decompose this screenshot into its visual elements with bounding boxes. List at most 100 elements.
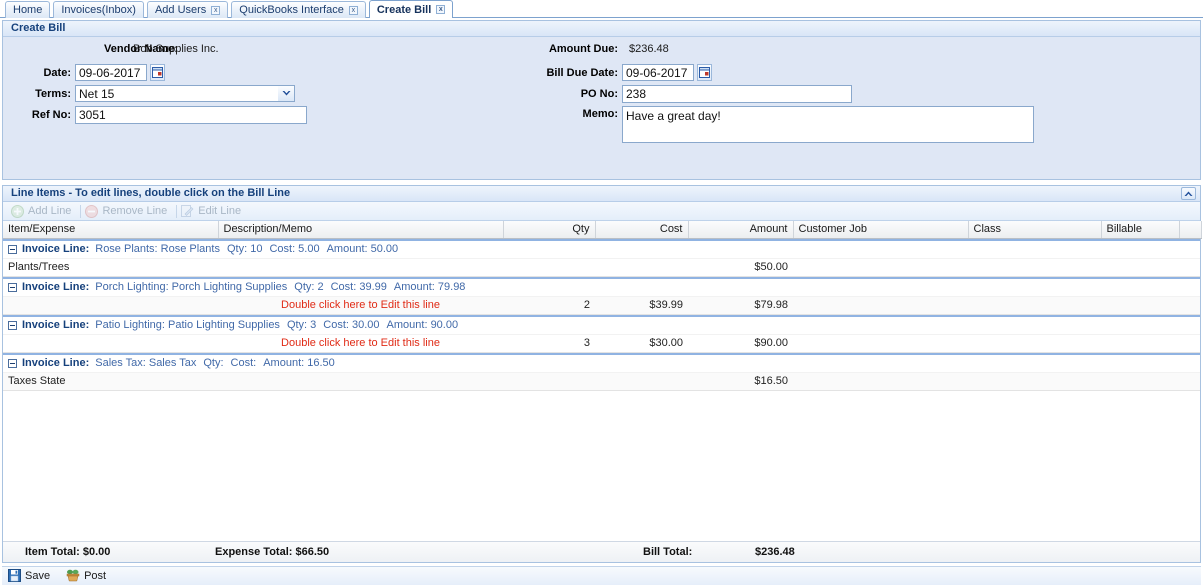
bill-total-value: $236.48 [755, 546, 795, 558]
group-prefix: Invoice Line: [22, 243, 89, 255]
group-collapse-icon[interactable] [8, 245, 17, 254]
amount-due-label: Amount Due: [533, 43, 618, 55]
group-amount: Amount: 16.50 [263, 357, 335, 369]
date-input[interactable] [75, 64, 147, 81]
close-icon[interactable]: x [436, 5, 445, 14]
column-header[interactable]: Description/Memo [218, 221, 503, 238]
create-bill-form: Vendor Name: Bob Supplies Inc. Date: Ter… [3, 37, 1200, 179]
terms-field: Terms: [3, 85, 295, 102]
terms-combobox[interactable] [75, 85, 295, 102]
group-name: Sales Tax: Sales Tax [95, 357, 196, 369]
group-collapse-icon[interactable] [8, 321, 17, 330]
cell-description-memo: Double click here to Edit this line [218, 299, 503, 311]
bill-due-date-input[interactable] [622, 64, 694, 81]
group-prefix: Invoice Line: [22, 281, 89, 293]
group-cost: Cost: 5.00 [269, 243, 319, 255]
add-line-button[interactable]: Add Line [9, 203, 78, 220]
edit-line-button[interactable]: Edit Line [179, 203, 248, 220]
column-header[interactable]: Amount [688, 221, 793, 238]
edit-icon [181, 205, 194, 218]
table-row[interactable]: Double click here to Edit this line2$39.… [3, 296, 1200, 315]
line-items-panel-title: Line Items - To edit lines, double click… [11, 187, 290, 199]
line-item-group-row[interactable]: Invoice Line:Rose Plants: Rose PlantsQty… [3, 239, 1200, 258]
save-button[interactable]: Save [8, 569, 50, 582]
ref-no-input[interactable] [75, 106, 307, 124]
toolbar-button-label: Edit Line [198, 205, 241, 217]
bottom-button-label: Post [84, 570, 106, 582]
line-item-group-row[interactable]: Invoice Line: Patio Lighting: Patio Light… [3, 315, 1200, 334]
bill-due-date-calendar-icon[interactable] [697, 64, 712, 81]
line-items-panel-header: Line Items - To edit lines, double click… [3, 186, 1200, 202]
bill-total-label: Bill Total: [643, 546, 692, 558]
date-calendar-icon[interactable] [150, 64, 165, 81]
bottom-button-label: Save [25, 570, 50, 582]
tab-home[interactable]: Home [5, 1, 50, 18]
column-header[interactable]: Class [968, 221, 1101, 238]
toolbar-button-label: Add Line [28, 205, 71, 217]
cell-amount: $90.00 [688, 337, 793, 349]
create-bill-panel-header: Create Bill [3, 21, 1200, 37]
cell-cost: $39.99 [595, 299, 688, 311]
column-header[interactable]: Billable [1101, 221, 1179, 238]
line-item-group-row[interactable]: Invoice Line:Sales Tax: Sales TaxQty:Cos… [3, 353, 1200, 372]
terms-input[interactable] [75, 85, 278, 102]
line-items-grid-header: Item/ExpenseDescription/MemoQtyCostAmoun… [3, 221, 1202, 239]
close-icon[interactable]: x [211, 6, 220, 15]
cell-qty: 2 [503, 299, 595, 311]
group-amount: Amount: 50.00 [327, 243, 399, 255]
cell-amount: $50.00 [688, 261, 793, 273]
date-label: Date: [3, 67, 71, 79]
tab-quickbooks-interface[interactable]: QuickBooks Interfacex [231, 1, 366, 18]
group-collapse-icon[interactable] [8, 359, 17, 368]
line-item-group-row[interactable]: Invoice Line:Porch Lighting: Porch Light… [3, 277, 1200, 296]
line-items-panel: Line Items - To edit lines, double click… [2, 185, 1201, 563]
line-items-toolbar: Add Line Remove Line Edit Line [3, 202, 1200, 221]
bottom-action-bar: Save Post [2, 566, 1201, 585]
column-header[interactable] [1179, 221, 1201, 238]
table-row[interactable]: Taxes State$16.50 [3, 372, 1200, 391]
bill-due-date-label: Bill Due Date: [533, 67, 618, 79]
group-qty: Qty: 10 [227, 243, 262, 255]
toolbar-button-label: Remove Line [102, 205, 167, 217]
post-button[interactable]: Post [66, 569, 106, 582]
tab-bar: Home Invoices(Inbox)Add UsersxQuickBooks … [0, 0, 1203, 18]
tab-label: Home [13, 4, 42, 16]
group-prefix: Invoice Line: [22, 357, 89, 369]
line-items-footer: Item Total: $0.00 Expense Total: $66.50 … [3, 541, 1200, 562]
chevron-down-icon[interactable] [278, 85, 295, 102]
group-qty: Qty: [203, 357, 223, 369]
po-no-label: PO No: [533, 88, 618, 100]
group-name: Patio Lighting: Patio Lighting Supplies [95, 319, 280, 331]
table-row[interactable]: Plants/Trees $50.00 [3, 258, 1200, 277]
group-prefix: Invoice Line: [22, 319, 89, 331]
create-bill-panel-title: Create Bill [11, 22, 65, 34]
cell-amount: $79.98 [688, 299, 793, 311]
po-no-field: PO No: [533, 85, 852, 103]
amount-due-value: $236.48 [629, 43, 669, 55]
tab-create-bill[interactable]: Create Bill x [369, 0, 453, 18]
tab-label: Create Bill [377, 4, 431, 16]
column-header[interactable]: Customer Job [793, 221, 968, 238]
memo-textarea[interactable] [622, 106, 1034, 143]
po-no-input[interactable] [622, 85, 852, 103]
tab-add-users[interactable]: Add Usersx [147, 1, 228, 18]
date-field: Date: [3, 64, 165, 81]
table-row[interactable]: Double click here to Edit this line3$30.… [3, 334, 1200, 353]
column-header[interactable]: Item/Expense [3, 221, 218, 238]
column-header[interactable]: Qty [503, 221, 595, 238]
group-amount: Amount: 90.00 [387, 319, 459, 331]
tab-invoices-inbox[interactable]: Invoices(Inbox) [53, 1, 144, 18]
line-items-grid-body: Invoice Line:Rose Plants: Rose PlantsQty… [3, 239, 1200, 541]
ref-no-field: Ref No: [3, 106, 307, 124]
save-icon [8, 569, 21, 582]
cell-qty: 3 [503, 337, 595, 349]
group-amount: Amount: 79.98 [394, 281, 466, 293]
group-collapse-icon[interactable] [8, 283, 17, 292]
collapse-panel-button[interactable] [1181, 187, 1196, 200]
close-icon[interactable]: x [349, 6, 358, 15]
cell-cost: $30.00 [595, 337, 688, 349]
remove-line-button[interactable]: Remove Line [83, 203, 174, 220]
column-header[interactable]: Cost [595, 221, 688, 238]
remove-icon [85, 205, 98, 218]
cell-item-expense: Plants/Trees [3, 261, 218, 273]
